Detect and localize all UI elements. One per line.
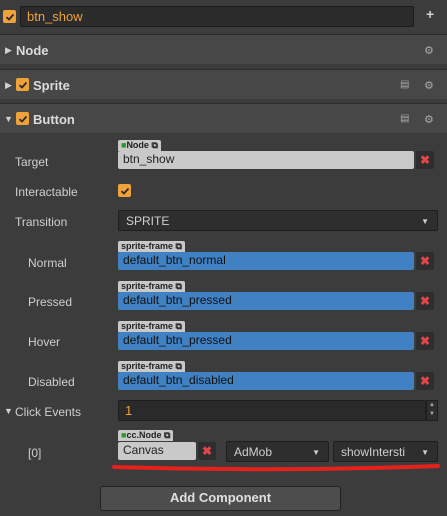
interactable-label: Interactable (15, 185, 78, 199)
node-active-checkbox[interactable] (3, 10, 16, 23)
dropdown-arrow-icon: ▼ (421, 448, 429, 457)
event-component-value: AdMob (234, 445, 273, 459)
target-field[interactable]: btn_show (118, 151, 414, 169)
sprite-enabled-checkbox[interactable] (16, 78, 29, 91)
sprite-frame-tag: sprite-frame ⧉ (118, 321, 185, 332)
node-section-header[interactable]: ▶ Node ⚙ (0, 34, 447, 64)
section-title-sprite: Sprite (33, 78, 70, 93)
button-enabled-checkbox[interactable] (16, 112, 29, 125)
target-label: Target (15, 155, 49, 169)
pressed-sprite-field[interactable]: default_btn_pressed (118, 292, 414, 310)
event-handler-value: showIntersti (341, 445, 406, 459)
remove-icon[interactable]: ✖ (416, 372, 434, 390)
book-icon[interactable]: ▤ (400, 79, 409, 90)
number-stepper[interactable]: ▲ ▼ (426, 400, 438, 421)
checkmark-icon (18, 115, 27, 123)
link-icon: ⧉ (175, 241, 182, 251)
interactable-checkbox[interactable] (118, 184, 131, 197)
checkmark-icon (120, 187, 129, 195)
checkmark-icon (18, 81, 27, 89)
event-component-select[interactable]: AdMob ▼ (226, 441, 329, 462)
book-icon[interactable]: ▤ (400, 113, 409, 124)
event-handler-select[interactable]: showIntersti ▼ (333, 441, 438, 462)
cc-node-tag: ■cc.Node ⧉ (118, 430, 174, 441)
plus-icon[interactable]: + (426, 6, 434, 22)
expand-arrow-icon: ▶ (5, 80, 12, 90)
checkmark-icon (5, 13, 14, 21)
normal-label: Normal (28, 256, 67, 270)
remove-icon[interactable]: ✖ (416, 151, 434, 169)
click-events-label: Click Events (15, 405, 82, 419)
transition-label: Transition (15, 215, 68, 229)
transition-value: SPRITE (126, 214, 170, 228)
disabled-sprite-field[interactable]: default_btn_disabled (118, 372, 414, 390)
sprite-section-header[interactable]: ▶ Sprite ▤ ⚙ (0, 69, 447, 99)
button-section-header[interactable]: ▼ Button ▤ ⚙ (0, 103, 447, 133)
sprite-frame-tag: sprite-frame ⧉ (118, 281, 185, 292)
remove-icon[interactable]: ✖ (198, 442, 216, 460)
dropdown-arrow-icon: ▼ (312, 448, 320, 457)
pressed-label: Pressed (28, 295, 73, 309)
remove-icon[interactable]: ✖ (416, 292, 434, 310)
dropdown-arrow-icon: ▼ (421, 217, 429, 226)
normal-sprite-field[interactable]: default_btn_normal (118, 252, 414, 270)
link-icon: ⧉ (175, 361, 182, 371)
click-events-count[interactable]: 1 (118, 400, 426, 421)
gear-icon[interactable]: ⚙ (424, 79, 434, 92)
event-index-label: [0] (28, 446, 42, 460)
gear-icon[interactable]: ⚙ (424, 113, 434, 126)
transition-select[interactable]: SPRITE ▼ (118, 210, 438, 231)
add-component-button[interactable]: Add Component (100, 486, 341, 511)
remove-icon[interactable]: ✖ (416, 332, 434, 350)
gear-icon[interactable]: ⚙ (424, 44, 434, 57)
section-title-button: Button (33, 112, 75, 127)
link-icon: ⧉ (163, 430, 171, 440)
hover-label: Hover (28, 335, 61, 349)
disabled-label: Disabled (28, 375, 75, 389)
node-type-tag: ■Node ⧉ (118, 140, 161, 151)
expand-arrow-icon[interactable]: ▼ (4, 406, 13, 416)
link-icon: ⧉ (175, 281, 182, 291)
expand-arrow-icon: ▶ (5, 45, 12, 55)
section-title-node: Node (16, 43, 49, 58)
link-icon: ⧉ (151, 140, 158, 150)
node-header: btn_show + (0, 0, 447, 34)
sprite-frame-tag: sprite-frame ⧉ (118, 241, 185, 252)
sprite-frame-tag: sprite-frame ⧉ (118, 361, 185, 372)
hover-sprite-field[interactable]: default_btn_pressed (118, 332, 414, 350)
expand-arrow-icon: ▼ (4, 114, 13, 124)
remove-icon[interactable]: ✖ (416, 252, 434, 270)
link-icon: ⧉ (175, 321, 182, 331)
node-name-input[interactable]: btn_show (20, 6, 414, 27)
event-target-field[interactable]: Canvas (118, 442, 196, 460)
annotation-underline (112, 464, 440, 472)
